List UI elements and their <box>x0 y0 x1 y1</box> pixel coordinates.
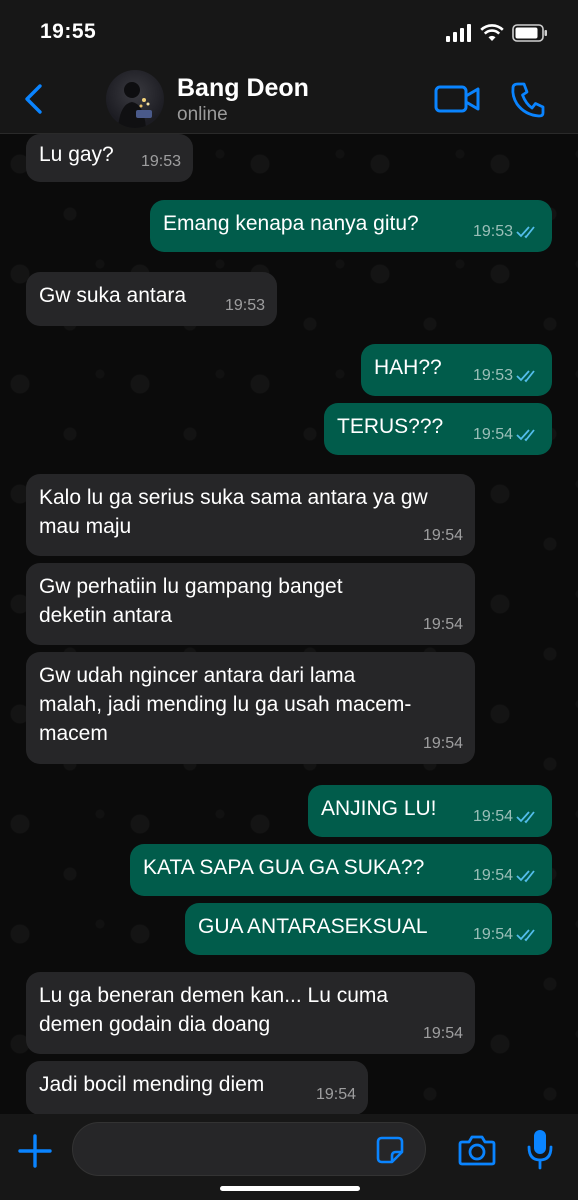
message-input-bar <box>0 1114 578 1200</box>
message-text: Kalo lu ga serius suka sama antara ya gw… <box>39 486 428 538</box>
sticker-icon[interactable] <box>376 1136 404 1164</box>
message-time: 19:54 <box>473 420 540 449</box>
message-time: 19:53 <box>473 361 540 390</box>
time-label: 19:54 <box>422 735 463 752</box>
message-time: 19:54 <box>423 521 463 550</box>
time-label: 19:54 <box>472 426 513 443</box>
time-label: 19:54 <box>422 1025 463 1042</box>
time-label: 19:54 <box>472 926 513 943</box>
message-text: Gw perhatiin lu gampang banget deketin a… <box>39 575 343 627</box>
message-time: 19:53 <box>225 291 265 320</box>
message-time: 19:54 <box>423 1019 463 1048</box>
message-time: 19:54 <box>316 1080 356 1109</box>
status-bar: 19:55 <box>0 0 578 64</box>
back-chevron-icon[interactable] <box>18 80 52 118</box>
message-time: 19:53 <box>141 147 181 176</box>
avatar[interactable] <box>106 70 164 128</box>
message-time: 19:54 <box>423 610 463 639</box>
signal-icon <box>446 24 471 42</box>
message-outgoing[interactable]: TERUS??? 19:54 <box>324 403 552 455</box>
message-incoming[interactable]: Lu gay? 19:53 <box>26 134 193 182</box>
time-label: 19:54 <box>422 527 463 544</box>
message-incoming[interactable]: Kalo lu ga serius suka sama antara ya gw… <box>26 474 475 556</box>
video-camera-icon[interactable] <box>434 83 480 115</box>
message-text: Gw udah ngincer antara dari lama malah, … <box>39 664 412 745</box>
message-outgoing[interactable]: GUA ANTARASEKSUAL 19:54 <box>185 903 552 955</box>
home-indicator <box>220 1186 360 1191</box>
time-label: 19:53 <box>472 367 513 384</box>
message-incoming[interactable]: Gw suka antara 19:53 <box>26 272 277 326</box>
message-outgoing[interactable]: KATA SAPA GUA GA SUKA?? 19:54 <box>130 844 552 896</box>
message-incoming[interactable]: Gw udah ngincer antara dari lama malah, … <box>26 652 475 764</box>
time-label: 19:53 <box>224 297 265 314</box>
message-outgoing[interactable]: HAH?? 19:53 <box>361 344 552 396</box>
message-time: 19:54 <box>473 861 540 890</box>
read-ticks-icon <box>516 369 535 382</box>
read-ticks-icon <box>516 869 535 882</box>
time-label: 19:54 <box>315 1086 356 1103</box>
status-time: 19:55 <box>40 20 97 43</box>
message-text: Lu ga beneran demen kan... Lu cuma demen… <box>39 984 389 1036</box>
chat-header: Bang Deon online <box>0 64 578 134</box>
message-time: 19:54 <box>473 802 540 831</box>
time-label: 19:54 <box>472 867 513 884</box>
camera-icon[interactable] <box>458 1134 496 1166</box>
message-incoming[interactable]: Gw perhatiin lu gampang banget deketin a… <box>26 563 475 645</box>
phone-icon[interactable] <box>510 80 546 118</box>
plus-icon[interactable] <box>16 1132 54 1170</box>
battery-icon <box>512 24 547 42</box>
time-label: 19:54 <box>422 616 463 633</box>
message-outgoing[interactable]: Emang kenapa nanya gitu? 19:53 <box>150 200 552 252</box>
time-label: 19:54 <box>472 808 513 825</box>
message-incoming[interactable]: Lu ga beneran demen kan... Lu cuma demen… <box>26 972 475 1054</box>
message-text: Jadi bocil mending diem <box>39 1073 265 1096</box>
message-time: 19:54 <box>473 920 540 949</box>
read-ticks-icon <box>516 810 535 823</box>
message-outgoing[interactable]: ANJING LU! 19:54 <box>308 785 552 837</box>
contact-name[interactable]: Bang Deon <box>177 74 309 103</box>
read-ticks-icon <box>516 225 535 238</box>
read-ticks-icon <box>516 428 535 441</box>
read-ticks-icon <box>516 928 535 941</box>
message-incoming[interactable]: Jadi bocil mending diem 19:54 <box>26 1061 368 1114</box>
microphone-icon[interactable] <box>526 1128 554 1170</box>
message-input[interactable] <box>72 1122 426 1176</box>
status-icons <box>446 22 548 44</box>
avatar-photo <box>118 82 152 128</box>
time-label: 19:53 <box>140 153 181 170</box>
contact-status: online <box>177 104 228 125</box>
time-label: 19:53 <box>472 223 513 240</box>
message-time: 19:53 <box>473 217 540 246</box>
wifi-icon <box>480 24 504 41</box>
chat-area[interactable]: Lu gay? 19:53 Emang kenapa nanya gitu? 1… <box>0 134 578 1114</box>
message-time: 19:54 <box>423 729 463 758</box>
